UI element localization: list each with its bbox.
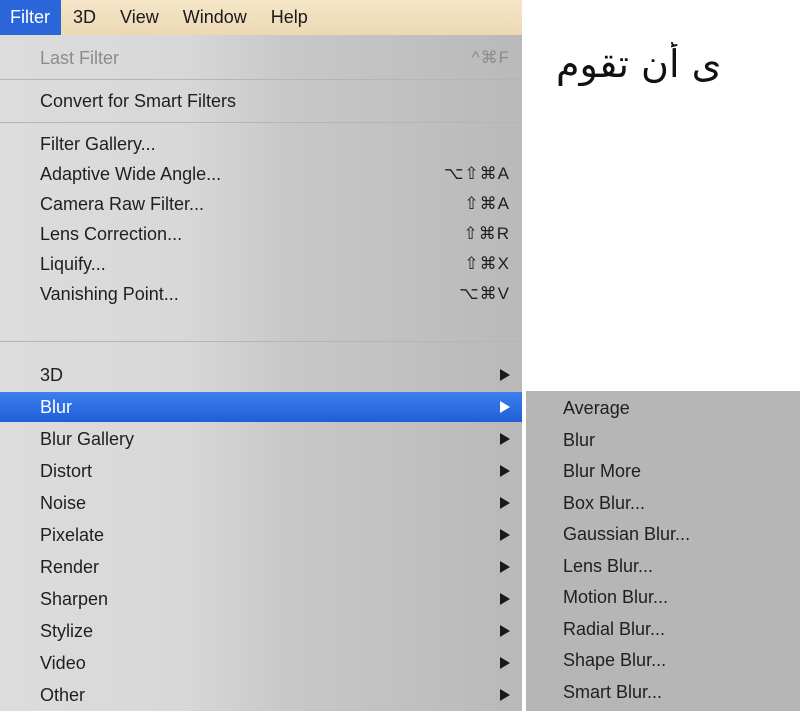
menu-item-stylize[interactable]: Stylize	[0, 616, 522, 646]
submenu-arrow-icon	[500, 689, 510, 701]
submenu-item-label: Motion Blur...	[563, 587, 669, 608]
menu-item-noise[interactable]: Noise	[0, 488, 522, 518]
menu-item-3d[interactable]: 3D	[0, 360, 522, 390]
menu-separator	[0, 122, 522, 123]
menu-item-shortcut: ⌥⌘V	[459, 284, 510, 303]
submenu-arrow-icon	[500, 529, 510, 541]
submenu-arrow-icon	[500, 465, 510, 477]
menu-item-blur-gallery[interactable]: Blur Gallery	[0, 424, 522, 454]
submenu-item-motion-blur[interactable]: Motion Blur...	[526, 582, 800, 614]
filter-dropdown-menu: Last Filter ^⌘F Convert for Smart Filter…	[0, 35, 522, 711]
menu-item-label: Render	[40, 556, 100, 577]
submenu-item-label: Average	[563, 398, 630, 419]
menu-item-camera-raw-filter[interactable]: Camera Raw Filter... ⇧⌘A	[0, 189, 522, 219]
menu-item-vanishing-point[interactable]: Vanishing Point... ⌥⌘V	[0, 279, 522, 309]
menu-item-shortcut: ⇧⌘X	[464, 254, 510, 273]
menu-item-liquify[interactable]: Liquify... ⇧⌘X	[0, 249, 522, 279]
menu-filter[interactable]: Filter	[0, 0, 61, 35]
menu-item-filter-gallery[interactable]: Filter Gallery...	[0, 129, 522, 159]
menu-separator	[0, 79, 522, 80]
submenu-item-shape-blur[interactable]: Shape Blur...	[526, 645, 800, 677]
menu-item-last-filter[interactable]: Last Filter ^⌘F	[0, 43, 522, 73]
submenu-item-blur[interactable]: Blur	[526, 425, 800, 457]
menu-item-label: Vanishing Point...	[40, 283, 179, 304]
submenu-item-lens-blur[interactable]: Lens Blur...	[526, 551, 800, 583]
submenu-arrow-icon	[500, 657, 510, 669]
menu-item-label: Adaptive Wide Angle...	[40, 163, 222, 184]
menu-item-adaptive-wide-angle[interactable]: Adaptive Wide Angle... ⌥⇧⌘A	[0, 159, 522, 189]
submenu-item-label: Radial Blur...	[563, 618, 666, 639]
menu-item-lens-correction[interactable]: Lens Correction... ⇧⌘R	[0, 219, 522, 249]
submenu-arrow-icon	[500, 625, 510, 637]
menu-item-shortcut: ⇧⌘R	[463, 224, 510, 243]
submenu-item-radial-blur[interactable]: Radial Blur...	[526, 614, 800, 646]
menu-item-label: Camera Raw Filter...	[40, 193, 205, 214]
menu-view[interactable]: View	[108, 0, 171, 35]
menu-item-label: Other	[40, 684, 86, 705]
menu-help[interactable]: Help	[259, 0, 320, 35]
submenu-arrow-icon	[500, 561, 510, 573]
menu-3d[interactable]: 3D	[61, 0, 108, 35]
submenu-item-label: Box Blur...	[563, 492, 646, 513]
menu-bar: Filter 3D View Window Help	[0, 0, 522, 35]
menu-item-pixelate[interactable]: Pixelate	[0, 520, 522, 550]
submenu-item-label: Lens Blur...	[563, 555, 654, 576]
menu-item-label: Blur Gallery	[40, 428, 135, 449]
submenu-item-label: Blur	[563, 429, 596, 450]
menu-item-shortcut: ⇧⌘A	[464, 194, 510, 213]
menu-window[interactable]: Window	[171, 0, 259, 35]
submenu-item-label: Blur More	[563, 461, 642, 482]
submenu-arrow-icon	[500, 593, 510, 605]
submenu-item-label: Gaussian Blur...	[563, 524, 691, 545]
menu-item-label: Noise	[40, 492, 87, 513]
menu-item-render[interactable]: Render	[0, 552, 522, 582]
menu-item-sharpen[interactable]: Sharpen	[0, 584, 522, 614]
menu-item-label: Pixelate	[40, 524, 105, 545]
submenu-arrow-icon	[500, 433, 510, 445]
submenu-item-label: Shape Blur...	[563, 650, 667, 671]
menu-item-distort[interactable]: Distort	[0, 456, 522, 486]
menu-item-blur[interactable]: Blur	[0, 392, 522, 422]
menu-item-video[interactable]: Video	[0, 648, 522, 678]
submenu-arrow-icon	[500, 369, 510, 381]
menu-item-label: Liquify...	[40, 253, 106, 274]
menu-item-convert-for-smart-filters[interactable]: Convert for Smart Filters	[0, 86, 522, 116]
menu-item-label: Stylize	[40, 620, 94, 641]
menu-item-label: Filter Gallery...	[40, 133, 156, 154]
submenu-arrow-icon	[500, 401, 510, 413]
menu-item-label: Blur	[40, 396, 73, 417]
menu-item-other[interactable]: Other	[0, 680, 522, 710]
menu-item-label: Video	[40, 652, 86, 673]
menu-item-label: Convert for Smart Filters	[40, 90, 237, 111]
menu-item-label: 3D	[40, 364, 64, 385]
menu-item-shortcut: ⌥⇧⌘A	[443, 164, 510, 183]
submenu-item-blur-more[interactable]: Blur More	[526, 456, 800, 488]
submenu-item-label: Smart Blur...	[563, 681, 663, 702]
menu-item-label: Distort	[40, 460, 93, 481]
menu-item-shortcut: ^⌘F	[471, 48, 510, 67]
menu-item-label: Last Filter	[40, 47, 120, 68]
menu-separator	[0, 341, 522, 342]
submenu-arrow-icon	[500, 497, 510, 509]
blur-submenu: Average Blur Blur More Box Blur... Gauss…	[526, 391, 800, 711]
menu-item-label: Sharpen	[40, 588, 109, 609]
submenu-item-box-blur[interactable]: Box Blur...	[526, 488, 800, 520]
background-arabic-text: ى أن تقوم	[556, 42, 722, 86]
menu-item-label: Lens Correction...	[40, 223, 183, 244]
submenu-item-gaussian-blur[interactable]: Gaussian Blur...	[526, 519, 800, 551]
submenu-item-average[interactable]: Average	[526, 393, 800, 425]
submenu-item-smart-blur[interactable]: Smart Blur...	[526, 677, 800, 709]
